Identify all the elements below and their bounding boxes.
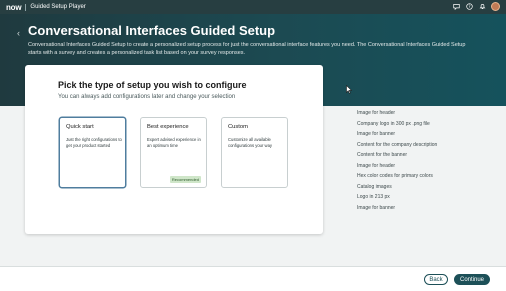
resource-item: Catalog images — [357, 183, 392, 190]
option-description: Customize all available configurations y… — [228, 137, 272, 148]
chat-icon[interactable] — [452, 3, 460, 11]
app-title: Guided Setup Player — [30, 4, 86, 10]
option-custom[interactable]: Custom Customize all available configura… — [221, 117, 288, 188]
bell-icon[interactable] — [478, 3, 486, 11]
resource-item: Logo in 213 px — [357, 194, 390, 200]
header-icons: ? — [452, 2, 500, 11]
mouse-cursor-icon — [346, 84, 353, 96]
continue-button[interactable]: Continue — [454, 274, 490, 285]
resources-list: Image for header Company logo in 300 px … — [357, 108, 437, 213]
svg-text:?: ? — [468, 4, 470, 9]
card-subtitle: You can always add configurations later … — [58, 94, 236, 100]
page-description: Conversational Interfaces Guided Setup t… — [28, 42, 466, 56]
option-best-experience[interactable]: Best experience Expert advised experienc… — [140, 117, 207, 188]
footer-bar: Back Continue — [0, 266, 506, 291]
resource-item: Content for the company description — [357, 141, 438, 148]
help-icon[interactable]: ? — [465, 3, 473, 11]
resource-item: Content for the banner — [357, 152, 408, 158]
setup-type-card: Pick the type of setup you wish to confi… — [25, 65, 323, 234]
page-title: Conversational Interfaces Guided Setup — [28, 23, 276, 38]
resource-item: Image for header — [357, 162, 396, 169]
top-bar: now Guided Setup Player ? — [0, 0, 506, 14]
resource-item: Image for banner — [357, 204, 396, 211]
option-description: Just the right configurations to get you… — [66, 137, 122, 148]
header-divider — [25, 3, 27, 11]
brand-logo[interactable]: now — [6, 3, 22, 12]
back-arrow-icon[interactable]: ‹ — [17, 28, 20, 38]
back-button[interactable]: Back — [424, 274, 448, 285]
option-description: Expert advised experience in an optimum … — [147, 137, 201, 148]
card-title: Pick the type of setup you wish to confi… — [58, 80, 247, 90]
resource-item: Company logo in 300 px .png file — [357, 120, 430, 127]
resource-item: Hex color codes for primary colors — [357, 173, 433, 179]
resource-item: Image for header — [357, 110, 396, 116]
option-title: Best experience — [147, 124, 189, 130]
avatar[interactable] — [491, 2, 500, 11]
recommended-badge: Recommended — [169, 176, 201, 183]
option-title: Quick start — [66, 124, 94, 130]
resource-item: Image for banner — [357, 131, 396, 137]
option-title: Custom — [228, 124, 248, 130]
option-quick-start[interactable]: Quick start Just the right configuration… — [59, 117, 126, 188]
